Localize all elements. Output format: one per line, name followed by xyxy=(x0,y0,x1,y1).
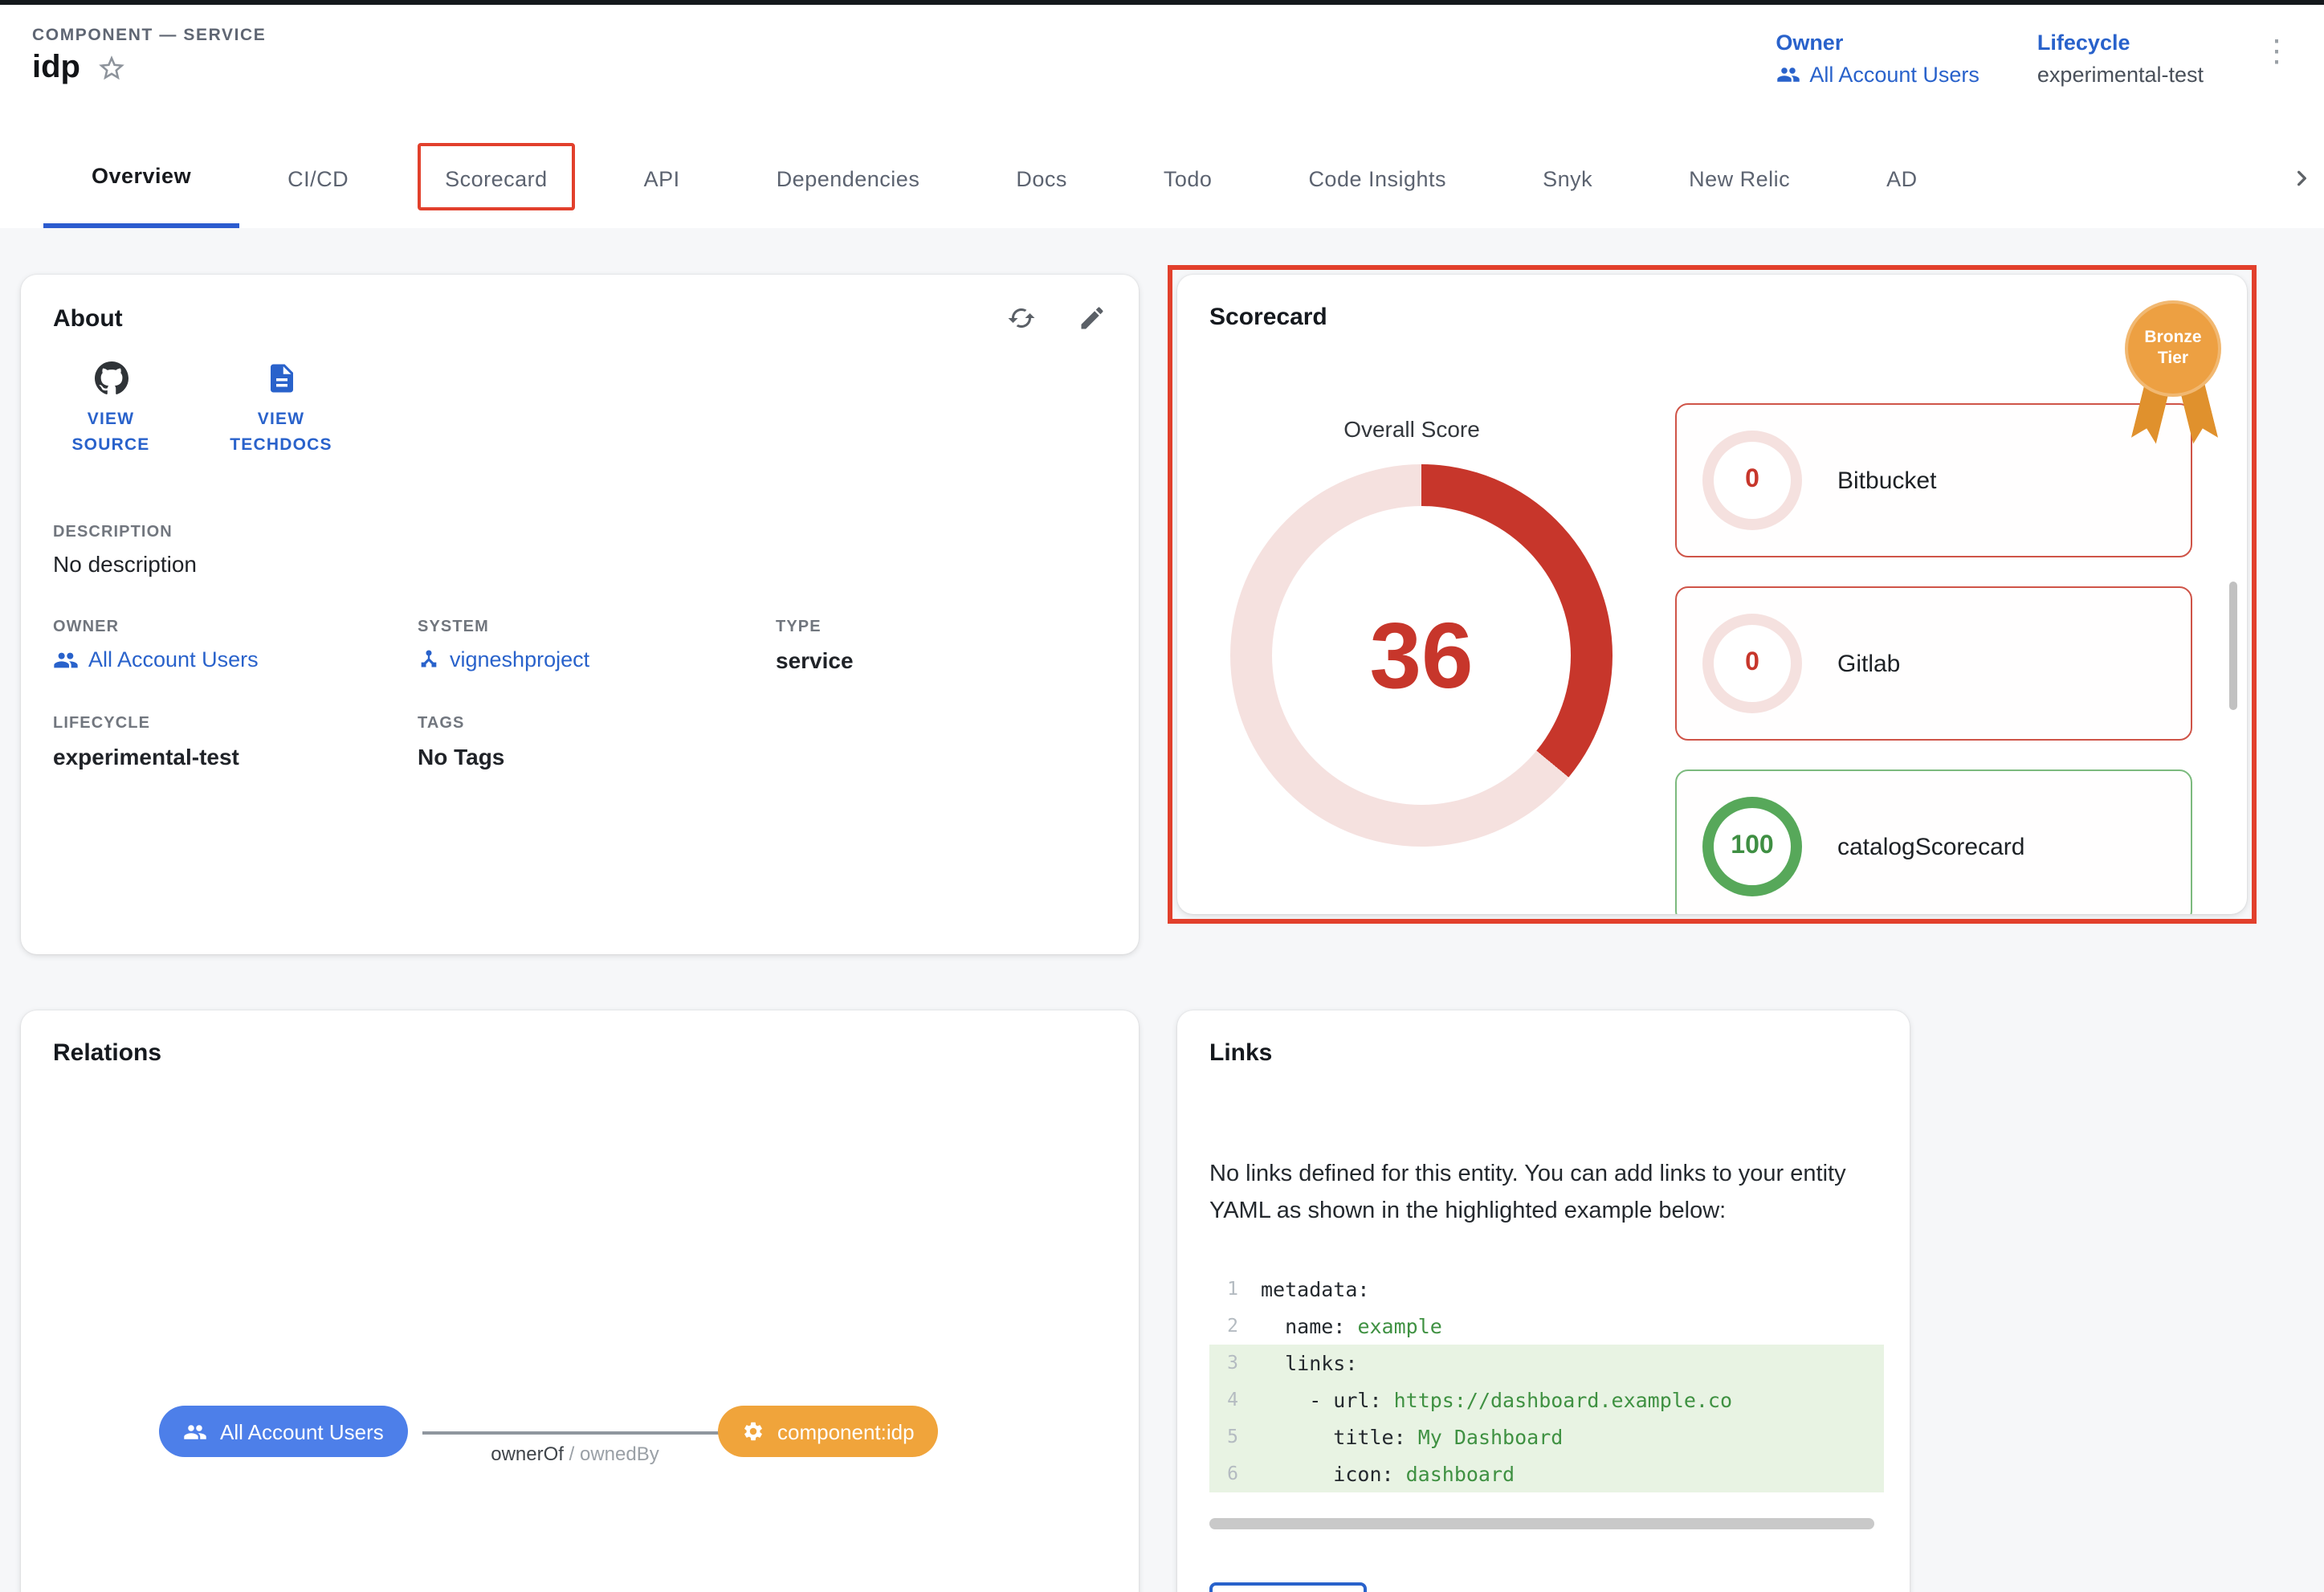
app-root: COMPONENT — SERVICE idp Owner All Accoun… xyxy=(0,0,2324,1592)
score-item[interactable]: 100 catalogScorecard xyxy=(1675,769,2192,914)
badge-label: Bronze Tier xyxy=(2125,300,2221,397)
score-item-name: catalogScorecard xyxy=(1837,833,2024,860)
tab-docs[interactable]: Docs xyxy=(968,129,1115,228)
overall-score-label: Overall Score xyxy=(1209,416,1614,442)
scorecard-list: 0 Bitbucket 0 Gitlab 100 catalogScorecar… xyxy=(1675,403,2192,914)
tab-snyk[interactable]: Snyk xyxy=(1494,129,1641,228)
owner-value-row[interactable]: All Account Users xyxy=(1776,63,1979,87)
owner-block: Owner All Account Users xyxy=(1776,31,1979,87)
main-content: About VIEW SOURCE xyxy=(0,228,2324,1592)
view-source-link[interactable]: VIEW SOURCE xyxy=(53,361,169,459)
bronze-tier-badge: Bronze Tier xyxy=(2125,300,2224,397)
links-title: Links xyxy=(1209,1039,1878,1067)
code-line-highlighted: 6 icon: dashboard xyxy=(1209,1455,1884,1492)
tags-field-value: No Tags xyxy=(418,743,776,769)
gear-icon xyxy=(742,1420,764,1443)
links-card: Links No links defined for this entity. … xyxy=(1177,1010,1910,1592)
score-item-donut: 0 xyxy=(1702,431,1802,530)
system-field-value[interactable]: vigneshproject xyxy=(418,647,776,671)
scorecard-scrollbar[interactable] xyxy=(2229,582,2237,710)
lifecycle-field-value: experimental-test xyxy=(53,743,418,769)
tab-todo[interactable]: Todo xyxy=(1115,129,1261,228)
type-field: TYPE service xyxy=(776,618,1107,672)
partially-visible-button[interactable] xyxy=(1209,1582,1367,1592)
view-techdocs-link[interactable]: VIEW TECHDOCS xyxy=(223,361,339,459)
view-techdocs-label: VIEW TECHDOCS xyxy=(223,406,339,459)
system-field: SYSTEM vigneshproject xyxy=(418,618,776,672)
about-card: About VIEW SOURCE xyxy=(21,275,1139,954)
tabs-overflow-chevron-icon[interactable] xyxy=(2285,162,2318,194)
entity-header-right: Owner All Account Users Lifecycle experi… xyxy=(1776,31,2292,87)
overall-score-donut: 36 xyxy=(1230,464,1613,847)
tab-overview[interactable]: Overview xyxy=(43,129,239,228)
owner-field-value[interactable]: All Account Users xyxy=(53,647,418,672)
relation-edge-label: ownerOf / ownedBy xyxy=(491,1443,659,1465)
code-line: 2 name: example xyxy=(1209,1308,1884,1345)
owner-value[interactable]: All Account Users xyxy=(1809,63,1979,87)
score-item-name: Bitbucket xyxy=(1837,467,1936,494)
score-item-donut: 0 xyxy=(1702,614,1802,713)
code-line-highlighted: 5 title: My Dashboard xyxy=(1209,1419,1884,1455)
score-item[interactable]: 0 Gitlab xyxy=(1675,586,2192,741)
yaml-code-block: 1metadata: 2 name: example 3 links: 4 - … xyxy=(1209,1271,1884,1492)
relation-node-component[interactable]: component:idp xyxy=(718,1406,939,1457)
tab-code-insights[interactable]: Code Insights xyxy=(1260,129,1494,228)
view-source-label: VIEW SOURCE xyxy=(53,406,169,459)
relations-card: Relations ownerOf / ownedBy All Account … xyxy=(21,1010,1139,1592)
scorecard-title: Scorecard xyxy=(1209,304,2215,331)
relation-node-owner[interactable]: All Account Users xyxy=(159,1406,408,1457)
owner-label: Owner xyxy=(1776,31,1979,55)
type-field-value: service xyxy=(776,647,1107,672)
overall-score-value: 36 xyxy=(1230,464,1613,847)
tab-ad[interactable]: AD xyxy=(1838,129,1966,228)
code-horizontal-scrollbar[interactable] xyxy=(1209,1518,1874,1529)
favorite-star-icon[interactable] xyxy=(96,53,127,84)
breadcrumb: COMPONENT — SERVICE xyxy=(32,26,266,45)
tab-scorecard[interactable]: Scorecard xyxy=(397,129,596,228)
score-item-value: 0 xyxy=(1702,431,1802,530)
description-label: DESCRIPTION xyxy=(53,523,1107,541)
code-line-highlighted: 4 - url: https://dashboard.example.co xyxy=(1209,1382,1884,1419)
refresh-icon[interactable] xyxy=(1007,304,1036,333)
people-icon xyxy=(183,1419,207,1443)
code-line-highlighted: 3 links: xyxy=(1209,1345,1884,1382)
owner-field: OWNER All Account Users xyxy=(53,618,418,672)
score-item-value: 100 xyxy=(1702,797,1802,896)
github-icon xyxy=(94,361,128,395)
kebab-menu-icon[interactable]: ⋮ xyxy=(2261,37,2292,67)
about-title: About xyxy=(53,304,123,332)
score-item-donut: 100 xyxy=(1702,797,1802,896)
lifecycle-label: Lifecycle xyxy=(2037,31,2204,55)
tab-cicd[interactable]: CI/CD xyxy=(239,129,397,228)
techdocs-icon xyxy=(264,361,298,395)
lifecycle-block: Lifecycle experimental-test xyxy=(2037,31,2204,87)
entity-header-left: COMPONENT — SERVICE idp xyxy=(32,5,266,87)
score-item-name: Gitlab xyxy=(1837,650,1900,677)
tab-api[interactable]: API xyxy=(596,129,728,228)
people-icon xyxy=(53,647,79,672)
tags-field: TAGS No Tags xyxy=(418,714,776,769)
description-value: No description xyxy=(53,550,1107,576)
relation-edge xyxy=(422,1431,728,1434)
page-title: idp xyxy=(32,50,80,87)
lifecycle-field: LIFECYCLE experimental-test xyxy=(53,714,418,769)
score-item-value: 0 xyxy=(1702,614,1802,713)
scorecard-card: Scorecard Bronze Tier Overall Score 36 0… xyxy=(1177,275,2247,914)
score-item[interactable]: 0 Bitbucket xyxy=(1675,403,2192,557)
edit-icon[interactable] xyxy=(1078,304,1107,333)
entity-tabs: Overview CI/CD Scorecard API Dependencie… xyxy=(0,129,2324,228)
people-icon xyxy=(1776,63,1800,87)
relations-title: Relations xyxy=(53,1039,1107,1067)
tab-dependencies[interactable]: Dependencies xyxy=(728,129,968,228)
entity-header: COMPONENT — SERVICE idp Owner All Accoun… xyxy=(0,5,2324,129)
system-icon xyxy=(418,647,440,670)
links-empty-text: No links defined for this entity. You ca… xyxy=(1209,1157,1881,1232)
title-row: idp xyxy=(32,50,266,87)
lifecycle-value: experimental-test xyxy=(2037,63,2204,87)
tab-new-relic[interactable]: New Relic xyxy=(1641,129,1838,228)
code-line: 1metadata: xyxy=(1209,1271,1884,1308)
